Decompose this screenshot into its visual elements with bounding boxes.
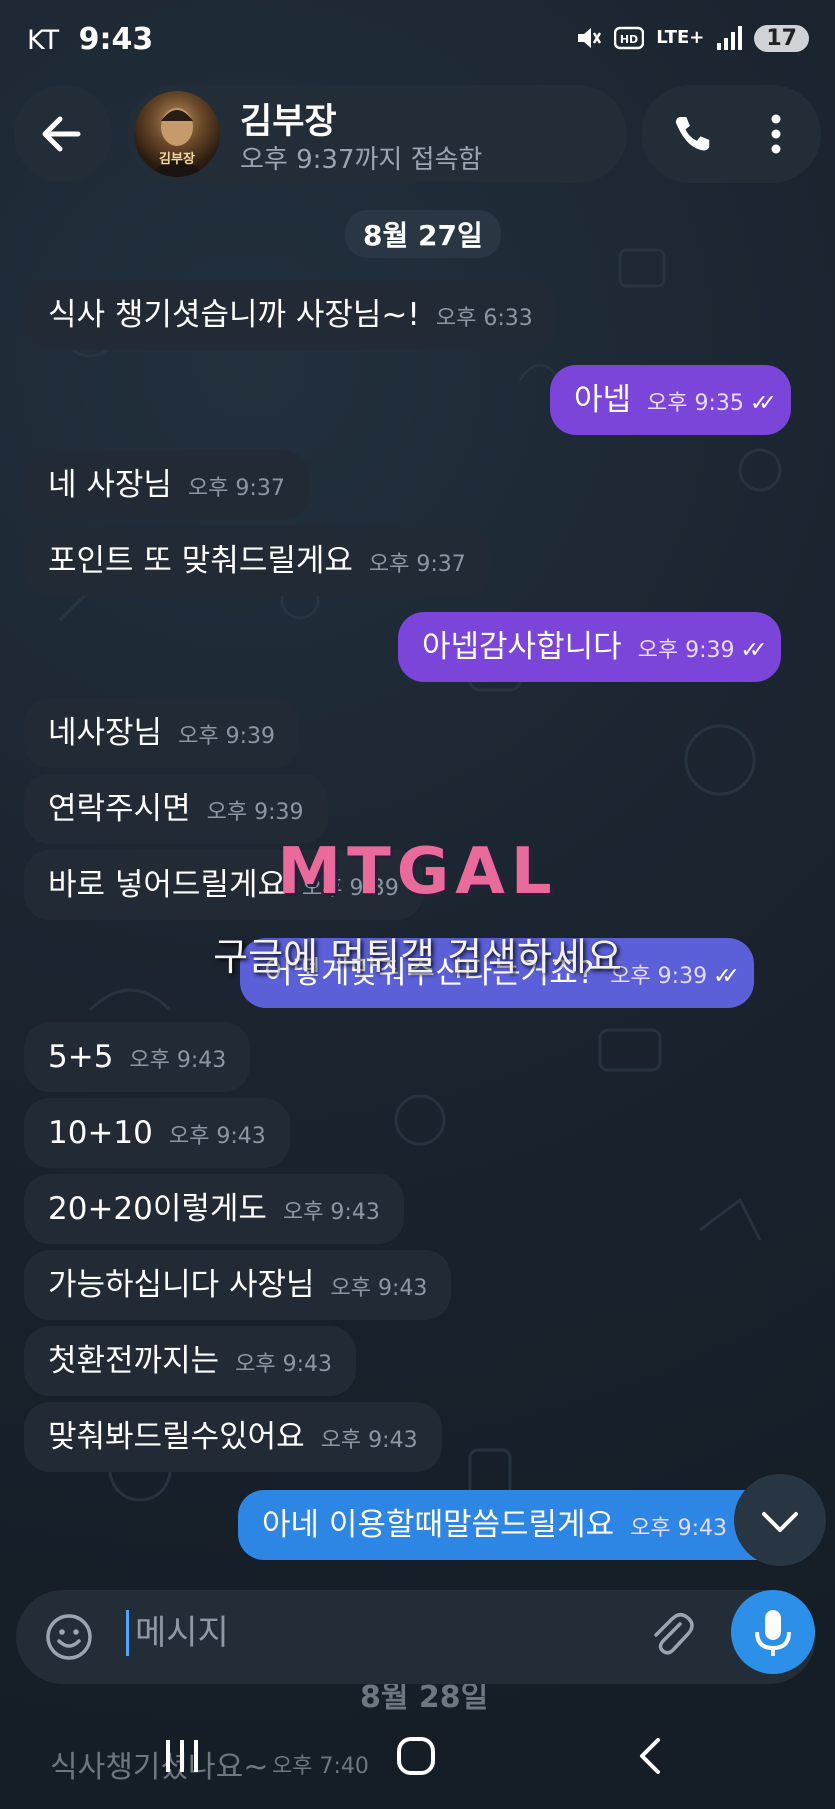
network-type: LTE+	[656, 27, 705, 48]
message-text: 네사장님	[48, 715, 163, 751]
carrier-label: KT	[27, 25, 60, 56]
message-text: 가능하십니다 사장님	[48, 1267, 315, 1303]
attach-icon[interactable]	[646, 1610, 698, 1662]
message-bubble-incoming[interactable]: 맞춰봐드릴수있어요 오후 9:43	[24, 1402, 442, 1472]
header-actions	[641, 85, 821, 183]
message-time: 오후 9:43	[320, 1428, 418, 1453]
message-bubble-incoming[interactable]: 10+10 오후 9:43	[24, 1098, 290, 1168]
nav-home-icon[interactable]	[394, 1734, 438, 1778]
message-text: 아넵	[574, 382, 632, 418]
status-clock: 9:43	[78, 22, 154, 57]
message-time: 오후 9:43	[330, 1276, 428, 1301]
message-time: 오후 9:39	[637, 638, 735, 663]
contact-name: 김부장	[240, 102, 337, 142]
message-bubble-incoming[interactable]: 포인트 또 맞춰드릴게요 오후 9:37	[24, 526, 490, 596]
message-bubble-incoming[interactable]: 5+5 오후 9:43	[24, 1022, 251, 1092]
mute-icon	[578, 28, 602, 48]
watermark-caption: 구글에 먹튀갤 검색하세요	[213, 935, 622, 979]
message-bubble-outgoing[interactable]: 아네 이용할때말씀드릴게요 오후 9:43	[238, 1490, 796, 1560]
avatar-caption: 김부장	[159, 152, 195, 167]
message-bubble-incoming[interactable]: 20+20이렇게도 오후 9:43	[24, 1174, 404, 1244]
status-left: KT 9:43	[27, 22, 153, 57]
message-text: 식사 챙기셧습니까 사장님~!	[48, 297, 420, 333]
message-time: 오후 9:43	[235, 1352, 333, 1377]
message-text: 네 사장님	[48, 467, 172, 503]
message-bubble-incoming[interactable]: 첫환전까지는 오후 9:43	[24, 1326, 357, 1396]
last-seen-status: 오후 9:37까지 접속함	[240, 145, 483, 175]
status-bar: KT 9:43 HD LTE+ 17	[0, 0, 835, 80]
message-time: 오후 9:39	[206, 800, 304, 825]
message-input[interactable]: 메시지	[126, 1610, 229, 1656]
double-check-icon: ✓✓	[749, 391, 777, 416]
hd-call-icon: HD	[614, 26, 645, 50]
message-time: 오후 9:35	[647, 391, 744, 416]
message-text: 10+10	[48, 1115, 153, 1151]
message-time: 오후 9:43	[630, 1516, 727, 1541]
message-text: 아넵감사합니다	[422, 629, 622, 665]
mic-icon	[755, 1610, 791, 1656]
mic-button[interactable]	[731, 1590, 815, 1674]
message-composer: 메시지	[16, 1590, 816, 1684]
message-text: 20+20이렇게도	[48, 1191, 267, 1227]
signal-icon	[717, 26, 743, 50]
message-time: 오후 9:43	[168, 1124, 266, 1149]
back-arrow-icon	[42, 116, 81, 152]
message-bubble-incoming[interactable]: 네 사장님 오후 9:37	[24, 450, 309, 520]
contact-avatar[interactable]: 김부장	[134, 91, 220, 177]
message-text: 맞춰봐드릴수있어요	[48, 1419, 305, 1455]
message-bubble-incoming[interactable]: 가능하십니다 사장님 오후 9:43	[24, 1250, 452, 1320]
date-divider: 8월 27일	[345, 210, 501, 258]
nav-recents-icon[interactable]	[160, 1734, 204, 1778]
emoji-icon[interactable]	[44, 1612, 94, 1662]
message-bubble-outgoing[interactable]: 아넵감사합니다 오후 9:39 ✓✓	[398, 612, 782, 682]
message-time: 오후 9:43	[282, 1200, 380, 1225]
chat-header-profile[interactable]: 김부장 김부장 오후 9:37까지 접속함	[127, 85, 627, 183]
status-right: HD LTE+ 17	[574, 24, 809, 52]
message-time: 오후 6:33	[435, 306, 533, 331]
message-time: 오후 9:39	[178, 724, 275, 749]
message-bubble-incoming[interactable]: 식사 챙기셧습니까 사장님~! 오후 6:33	[24, 280, 557, 350]
message-time: 오후 9:37	[187, 476, 285, 501]
message-bubble-incoming[interactable]: 연락주시면 오후 9:39	[24, 774, 328, 844]
message-text: 5+5	[48, 1039, 114, 1075]
scroll-down-button[interactable]	[734, 1474, 826, 1566]
scroll-down-icon	[762, 1512, 798, 1532]
svg-text:HD: HD	[620, 33, 638, 46]
double-check-icon: ✓✓	[740, 638, 768, 663]
message-text: 연락주시면	[48, 791, 191, 827]
message-bubble-outgoing[interactable]: 아넵 오후 9:35 ✓✓	[550, 365, 791, 435]
phone-icon[interactable]	[667, 110, 715, 158]
message-time: 오후 9:43	[129, 1048, 227, 1073]
message-text: 아네 이용할때말씀드릴게요	[262, 1507, 615, 1543]
watermark-logo: MTGAL	[277, 835, 558, 909]
battery-level: 17	[754, 24, 809, 52]
message-text: 포인트 또 맞춰드릴게요	[48, 543, 353, 579]
back-button[interactable]	[14, 85, 112, 183]
message-bubble-incoming[interactable]: 네사장님 오후 9:39	[24, 698, 299, 768]
message-time: 오후 9:37	[368, 552, 466, 577]
message-text: 첫환전까지는	[48, 1343, 220, 1379]
nav-back-icon[interactable]	[630, 1734, 674, 1778]
more-vertical-icon[interactable]	[756, 110, 796, 158]
system-nav-bar	[0, 1700, 835, 1809]
